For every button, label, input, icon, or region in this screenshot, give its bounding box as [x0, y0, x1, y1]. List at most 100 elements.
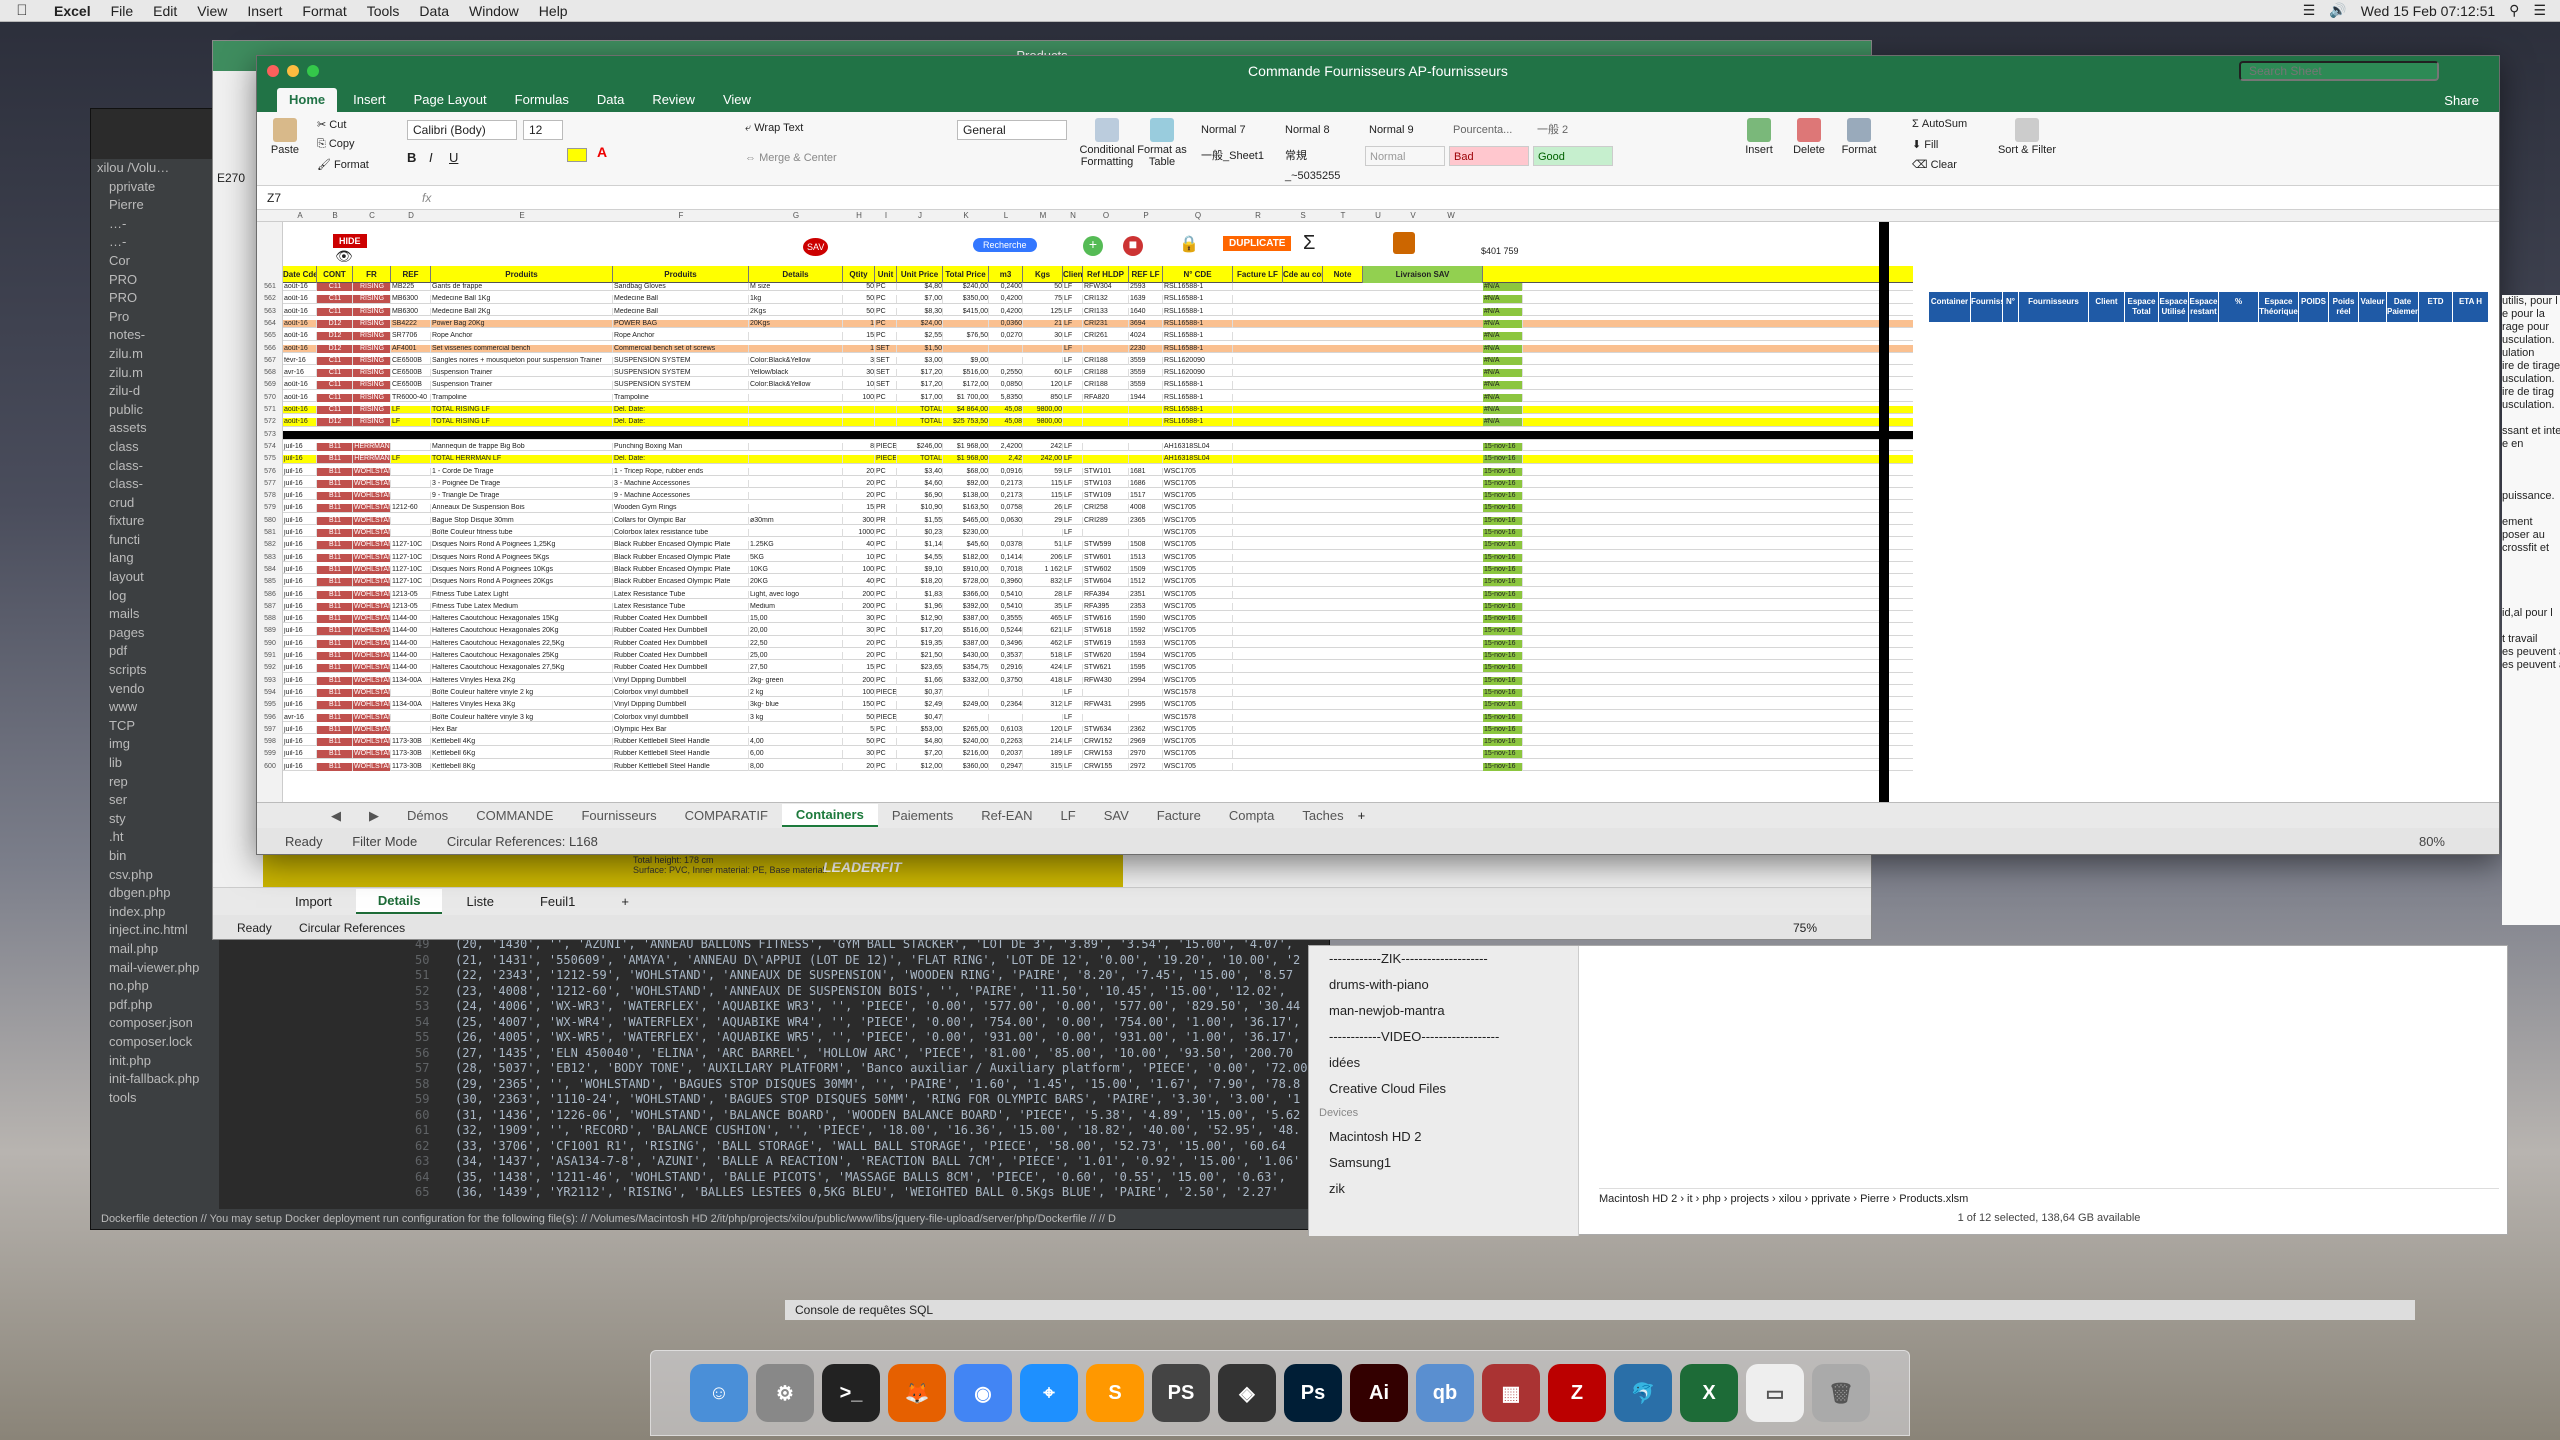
path-segment[interactable]: projects: [1730, 1193, 1769, 1205]
dock-trash-icon[interactable]: 🗑: [1812, 1364, 1870, 1422]
cell-p2[interactable]: Commercial bench set of screws: [613, 344, 749, 353]
cell-u[interactable]: PC: [875, 319, 897, 328]
style-good[interactable]: Good: [1533, 146, 1613, 166]
cell-k[interactable]: 28: [1023, 590, 1063, 599]
cell-tp[interactable]: $465,00: [943, 516, 989, 525]
cell-liv[interactable]: 15-nov-16: [1483, 639, 1523, 648]
path-segment[interactable]: pprivate: [1811, 1193, 1850, 1205]
row-number[interactable]: 594: [257, 689, 283, 696]
format-cells-button[interactable]: Format: [1837, 118, 1881, 156]
tree-item[interactable]: class-: [91, 457, 219, 476]
cell-tp[interactable]: $387,00: [943, 615, 989, 624]
cell-r[interactable]: 1127-10C: [391, 578, 431, 587]
table-row[interactable]: août-16 C11 RISING LF TOTAL RISING LF Del. Da…: [283, 406, 1913, 415]
code-line[interactable]: 55 (26, '4005', 'WX-WR5', 'WATERFLEX', 'A…: [415, 1030, 1329, 1046]
cell-dt[interactable]: 5KG: [749, 553, 843, 562]
cell-q[interactable]: 20: [843, 639, 875, 648]
cell-f[interactable]: WOHLSTAND: [353, 516, 391, 525]
cell-cde[interactable]: WSC1705: [1163, 516, 1233, 525]
cell-f[interactable]: WOHLSTAND: [353, 664, 391, 673]
table-row[interactable]: juil-16B11WOHLSTAND1144-00Halteres Caout…: [283, 639, 1913, 649]
finder-item[interactable]: man-newjob-mantra: [1309, 998, 1578, 1024]
cell-cde[interactable]: WSC1705: [1163, 738, 1233, 747]
table-row[interactable]: juil-16B11WOHLSTAND1144-00Halteres Caout…: [283, 652, 1913, 661]
cell-tp[interactable]: $265,00: [943, 725, 989, 734]
cell-q[interactable]: 100: [843, 688, 875, 697]
cell-up[interactable]: $0,37: [897, 688, 943, 697]
cell-k[interactable]: 1 162: [1023, 565, 1063, 574]
cell-c[interactable]: B11: [317, 590, 353, 599]
cell-p[interactable]: Gants de frappe: [431, 283, 613, 291]
cell-cde[interactable]: AH16318SL04: [1163, 455, 1233, 464]
tree-item[interactable]: index.php: [91, 903, 219, 922]
cell-f[interactable]: WOHLSTAND: [353, 590, 391, 599]
cell-q[interactable]: [843, 406, 875, 414]
tree-item[interactable]: Pierre: [91, 196, 219, 215]
tree-item[interactable]: sty: [91, 810, 219, 829]
cell-q[interactable]: 1000: [843, 529, 875, 537]
cell-u[interactable]: PC: [875, 664, 897, 673]
cell-c[interactable]: B11: [317, 541, 353, 550]
cell-h[interactable]: STW599: [1083, 541, 1129, 550]
cell-cde[interactable]: RSL16588-1: [1163, 295, 1233, 304]
cell-p[interactable]: 3 - Poignée De Tirage: [431, 479, 613, 488]
cell-dt[interactable]: [749, 344, 843, 353]
cell-h[interactable]: CRI289: [1083, 516, 1129, 525]
cell-dt[interactable]: 20Kgs: [749, 319, 843, 328]
cell-p[interactable]: Suspension Trainer: [431, 381, 613, 390]
menu-help[interactable]: Help: [529, 3, 578, 19]
cell-tp[interactable]: [943, 688, 989, 697]
cell-cl[interactable]: LF: [1063, 529, 1083, 537]
column-header[interactable]: B: [317, 210, 353, 222]
cell-dt[interactable]: 15,00: [749, 615, 843, 624]
finder-item[interactable]: drums-with-piano: [1309, 972, 1578, 998]
cell-cl[interactable]: LF: [1063, 442, 1083, 451]
path-segment[interactable]: Products.xlsm: [1899, 1193, 1968, 1205]
cell-lf[interactable]: 1509: [1129, 565, 1163, 574]
cell-d[interactable]: juil-16: [283, 639, 317, 648]
cell-k[interactable]: 50: [1023, 283, 1063, 291]
table-row[interactable]: juil-16B11WOHLSTAND1127-10CDisques Noirs…: [283, 541, 1913, 550]
cell-up[interactable]: $1,66: [897, 676, 943, 685]
row-number[interactable]: 592: [257, 664, 283, 671]
cell-lf[interactable]: [1129, 529, 1163, 537]
name-box[interactable]: Z7: [267, 186, 337, 210]
cell-c[interactable]: D12: [317, 344, 353, 353]
cell-d[interactable]: juil-16: [283, 750, 317, 759]
cell-q[interactable]: 50: [843, 283, 875, 291]
cell-lf[interactable]: [1129, 455, 1163, 464]
format-table-button[interactable]: Format as Table: [1137, 118, 1187, 168]
back-zoom[interactable]: 75%: [1793, 915, 1817, 939]
cell-liv[interactable]: 15-nov-16: [1483, 664, 1523, 673]
table-row[interactable]: juil-16B11WOHLSTAND Bague Stop Disque 30m…: [283, 516, 1913, 526]
cell-u[interactable]: PC: [875, 750, 897, 759]
cell-q[interactable]: 5: [843, 725, 875, 734]
table-row[interactable]: juil-16B11WOHLSTAND1144-00Halteres Caout…: [283, 664, 1913, 673]
cell-cl[interactable]: LF: [1063, 295, 1083, 304]
cell-dt[interactable]: 20,00: [749, 627, 843, 636]
cell-liv[interactable]: 15-nov-16: [1483, 627, 1523, 636]
row-number[interactable]: 587: [257, 603, 283, 610]
table-row[interactable]: août-16 D12 RISING AF4001 Set visseries comm…: [283, 344, 1913, 353]
cell-c[interactable]: B11: [317, 492, 353, 501]
cell-m[interactable]: 0,2037: [989, 750, 1023, 759]
cell-up[interactable]: $17,20: [897, 627, 943, 636]
cell-m[interactable]: 0,2400: [989, 283, 1023, 291]
cell-lf[interactable]: 2351: [1129, 590, 1163, 599]
row-number[interactable]: 577: [257, 480, 283, 487]
cell-cl[interactable]: LF: [1063, 369, 1083, 378]
sheet-tab-d-mos[interactable]: Démos: [393, 805, 462, 826]
cell-p2[interactable]: Rubber Kettlebell Steel Handle: [613, 750, 749, 759]
cell-cl[interactable]: LF: [1063, 553, 1083, 562]
tree-item[interactable]: mails: [91, 605, 219, 624]
cell-lf[interactable]: 3694: [1129, 319, 1163, 328]
cell-q[interactable]: 20: [843, 652, 875, 660]
cell-tp[interactable]: $172,00: [943, 381, 989, 390]
tree-item[interactable]: TCP: [91, 717, 219, 736]
cell-cl[interactable]: LF: [1063, 455, 1083, 464]
tab-view[interactable]: View: [711, 88, 763, 112]
cell-tp[interactable]: [943, 319, 989, 328]
cell-cl[interactable]: LF: [1063, 725, 1083, 734]
cell-h[interactable]: CRI188: [1083, 356, 1129, 365]
cell-h[interactable]: CRI258: [1083, 504, 1129, 513]
